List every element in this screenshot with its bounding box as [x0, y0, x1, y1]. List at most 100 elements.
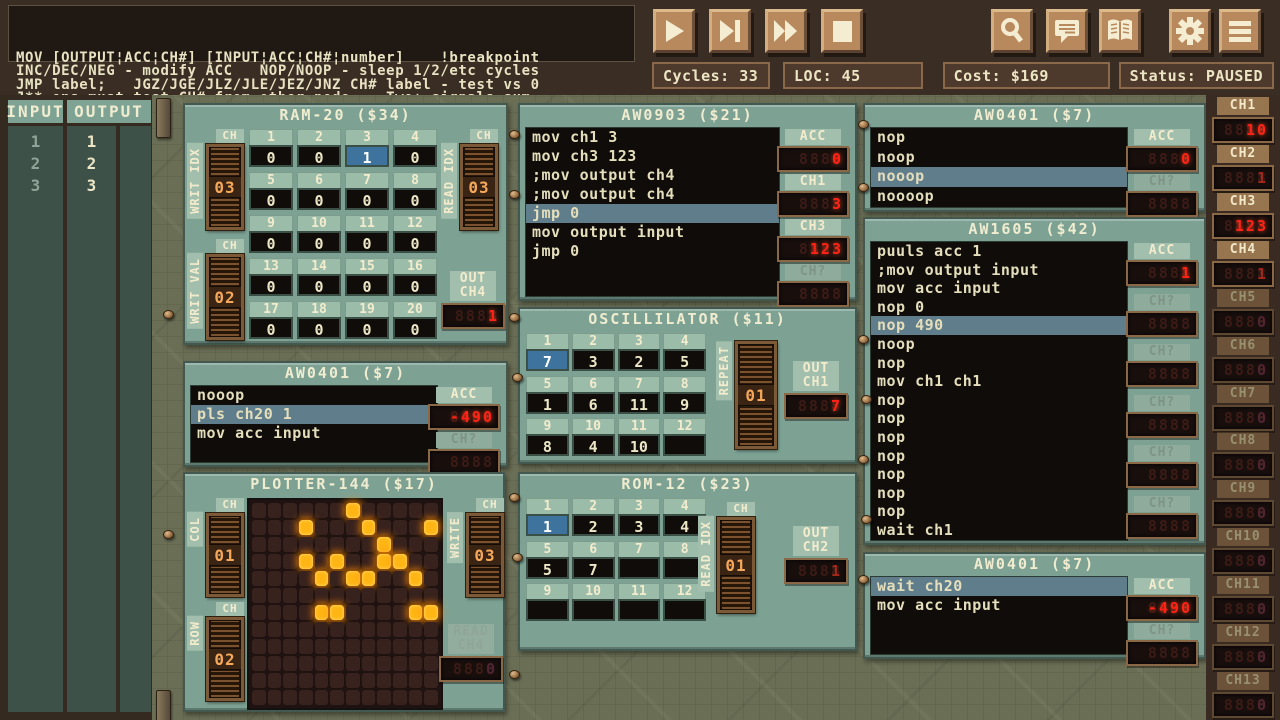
register: ACC 8888 0 — [1126, 129, 1198, 172]
thumbwheel-dial[interactable]: 01 — [717, 517, 755, 613]
memory-cell[interactable]: 3 1 — [345, 129, 389, 169]
input-value: 2 — [31, 153, 41, 175]
play-button[interactable] — [653, 9, 695, 53]
memory-cell[interactable]: 11 0 — [345, 215, 389, 255]
seven-segment-display: 8888 0 — [1212, 452, 1274, 478]
dial-value: 03 — [209, 176, 241, 198]
thumbwheel-dial[interactable]: 03 — [460, 144, 498, 230]
code-editor[interactable]: puuls acc 1;mov output inputmov acc inpu… — [870, 241, 1128, 541]
manual-button[interactable] — [1099, 9, 1141, 53]
seven-segment-display: 8888 -490 — [1126, 595, 1198, 621]
memory-cell[interactable]: 6 6 — [572, 376, 615, 417]
memory-cell[interactable]: 3 3 — [618, 498, 661, 539]
memory-cell[interactable]: 4 0 — [393, 129, 437, 169]
input-column: 123 — [8, 126, 63, 712]
memory-cell[interactable]: 5 1 — [526, 376, 569, 417]
register: ACC 8888 0 — [777, 129, 849, 172]
code-editor[interactable]: wait ch20mov acc input — [870, 576, 1128, 655]
memory-cell[interactable]: 10 4 — [572, 418, 615, 459]
thumbwheel-dial[interactable]: 01 — [735, 341, 777, 449]
output-value: 2 — [87, 153, 97, 175]
code-editor[interactable]: noooppls ch20 1mov acc input — [190, 385, 438, 463]
channel-label: CH4 — [1217, 241, 1269, 259]
node-aw0401-mid: AW0401 ($7) noooppls ch20 1mov acc input… — [183, 361, 508, 467]
settings-button[interactable] — [1169, 9, 1211, 53]
display-value: 0 — [1257, 696, 1268, 714]
memory-cell[interactable]: 9 8 — [526, 418, 569, 459]
memory-cell[interactable]: 11 — [618, 583, 661, 624]
memory-cell[interactable]: 1 0 — [249, 129, 293, 169]
memory-cell[interactable]: 8 0 — [393, 172, 437, 212]
code-line: nop — [871, 447, 1127, 466]
memory-cell[interactable]: 18 0 — [297, 301, 341, 341]
memory-cell[interactable]: 10 0 — [297, 215, 341, 255]
chat-button[interactable] — [1046, 9, 1088, 53]
step-button[interactable] — [709, 9, 751, 53]
cell-index: 16 — [393, 258, 437, 274]
memory-cell[interactable]: 15 0 — [345, 258, 389, 298]
memory-cell[interactable]: 1 7 — [526, 333, 569, 374]
out-label: OUT CH4 — [450, 271, 496, 301]
code-editor[interactable]: nopnoopnooopnoooop — [870, 127, 1128, 208]
memory-cell[interactable]: 10 — [572, 583, 615, 624]
cell-value: 0 — [345, 188, 389, 210]
memory-cell[interactable]: 12 0 — [393, 215, 437, 255]
cell-value: 0 — [345, 317, 389, 339]
menu-button[interactable] — [1219, 9, 1261, 53]
channel-item: CH10 8888 0 — [1206, 528, 1280, 576]
memory-cell[interactable]: 6 0 — [297, 172, 341, 212]
screw-icon — [509, 190, 520, 199]
cell-index: 1 — [526, 498, 569, 514]
memory-cell[interactable]: 11 10 — [618, 418, 661, 459]
thumbwheel-dial[interactable]: 01 — [206, 513, 244, 597]
memory-cell[interactable]: 5 0 — [249, 172, 293, 212]
memory-cell[interactable]: 7 11 — [618, 376, 661, 417]
memory-cell[interactable]: 20 0 — [393, 301, 437, 341]
memory-cell[interactable]: 19 0 — [345, 301, 389, 341]
thumbwheel-dial[interactable]: 02 — [206, 254, 244, 340]
output-value: 1 — [87, 131, 97, 153]
memory-cell[interactable]: 8 9 — [663, 376, 706, 417]
search-button[interactable] — [991, 9, 1033, 53]
memory-cell[interactable]: 5 5 — [526, 541, 569, 582]
screw-icon — [512, 373, 523, 382]
dial-texture — [465, 199, 493, 226]
plotter-pixel — [252, 690, 266, 705]
memory-cell[interactable]: 3 2 — [618, 333, 661, 374]
game-screen: MOV [OUTPUT¦ACC¦CH#] [INPUT¦ACC¦CH#¦numb… — [0, 0, 1280, 720]
memory-cell[interactable]: 2 0 — [297, 129, 341, 169]
thumbwheel-dial[interactable]: 03 — [466, 513, 504, 597]
thumbwheel-dial[interactable]: 02 — [206, 617, 244, 701]
memory-cell[interactable]: 1 1 — [526, 498, 569, 539]
memory-cell[interactable]: 13 0 — [249, 258, 293, 298]
ghost-digits: 8888 — [1148, 365, 1192, 383]
stop-button[interactable] — [821, 9, 863, 53]
cell-value — [572, 599, 615, 621]
memory-cell[interactable]: 9 — [526, 583, 569, 624]
cell-index: 12 — [663, 418, 706, 434]
fast-forward-button[interactable] — [765, 9, 807, 53]
memory-cell[interactable]: 17 0 — [249, 301, 293, 341]
memory-cell[interactable]: 2 3 — [572, 333, 615, 374]
memory-cell[interactable]: 7 0 — [345, 172, 389, 212]
memory-cell[interactable]: 7 — [618, 541, 661, 582]
memory-cell[interactable]: 16 0 — [393, 258, 437, 298]
register: CH? 8888 — [1126, 445, 1198, 488]
channel-item: CH12 8888 0 — [1206, 624, 1280, 672]
plotter-pixel — [424, 605, 438, 620]
memory-cell[interactable]: 2 2 — [572, 498, 615, 539]
memory-cell[interactable]: 9 0 — [249, 215, 293, 255]
dial-label: REPEAT — [716, 341, 732, 400]
plotter-pixel — [299, 554, 313, 569]
memory-cell[interactable]: 4 5 — [663, 333, 706, 374]
thumbwheel-dial[interactable]: 03 — [206, 144, 244, 230]
cell-index: 10 — [572, 583, 615, 599]
memory-cell[interactable]: 14 0 — [297, 258, 341, 298]
plotter-pixel — [346, 503, 360, 518]
memory-cell[interactable]: 6 7 — [572, 541, 615, 582]
code-editor[interactable]: mov ch1 3mov ch3 123;mov output ch4;mov … — [525, 127, 780, 297]
repeat-dial-group: REPEAT 01 — [716, 337, 777, 449]
code-line: nop 0 — [871, 298, 1127, 317]
memory-cell[interactable]: 12 — [663, 418, 706, 459]
code-line: jmp 0 — [526, 242, 779, 261]
